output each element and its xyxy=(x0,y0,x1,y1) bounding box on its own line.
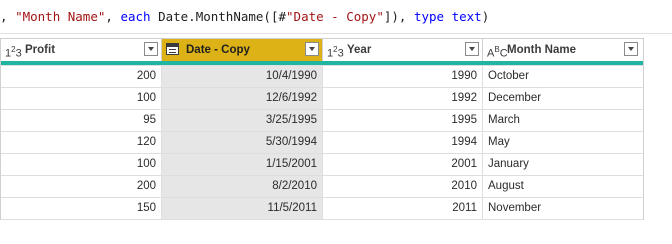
cell-date-copy[interactable]: 12/6/1992 xyxy=(162,88,323,109)
cell-year[interactable]: 1995 xyxy=(323,110,483,131)
cell-year[interactable]: 1994 xyxy=(323,132,483,153)
cell-month-name[interactable]: January xyxy=(483,154,641,175)
cell-month-name[interactable]: March xyxy=(483,110,641,131)
formula-keyword: each xyxy=(120,9,151,24)
cell-date-copy[interactable]: 3/25/1995 xyxy=(162,110,323,131)
column-header-row: 123 Profit Date - Copy 123 Year ABC Mont… xyxy=(1,38,643,61)
calendar-icon[interactable] xyxy=(166,43,179,55)
cell-year[interactable]: 2010 xyxy=(323,176,483,197)
table-row: 100 12/6/1992 1992 December xyxy=(1,87,643,109)
number-type-icon[interactable]: 123 xyxy=(327,39,344,61)
filter-dropdown-icon[interactable] xyxy=(624,42,638,56)
table-body: 200 10/4/1990 1990 October 100 12/6/1992… xyxy=(1,65,643,220)
column-header-profit[interactable]: 123 Profit xyxy=(1,39,162,61)
cell-month-name[interactable]: August xyxy=(483,176,641,197)
formula-token: , xyxy=(0,9,16,24)
formula-bar[interactable]: , "Month Name", each Date.MonthName([#"D… xyxy=(0,0,672,34)
cell-year[interactable]: 1990 xyxy=(323,66,483,87)
column-header-label: Date - Copy xyxy=(186,44,250,56)
cell-profit[interactable]: 100 xyxy=(1,154,162,175)
cell-month-name[interactable]: December xyxy=(483,88,641,109)
column-header-year[interactable]: 123 Year xyxy=(323,39,483,61)
text-type-icon[interactable]: ABC xyxy=(487,39,508,61)
cell-profit[interactable]: 95 xyxy=(1,110,162,131)
formula-token: , xyxy=(105,9,121,24)
data-grid: 123 Profit Date - Copy 123 Year ABC Mont… xyxy=(0,38,644,220)
cell-date-copy[interactable]: 1/15/2001 xyxy=(162,154,323,175)
table-row: 200 10/4/1990 1990 October xyxy=(1,65,643,87)
cell-year[interactable]: 1992 xyxy=(323,88,483,109)
cell-year[interactable]: 2011 xyxy=(323,198,483,219)
cell-profit[interactable]: 200 xyxy=(1,176,162,197)
formula-keyword: type xyxy=(413,9,445,24)
formula-string: "Month Name" xyxy=(15,9,106,24)
number-type-icon[interactable]: 123 xyxy=(5,39,22,61)
column-header-date-copy[interactable]: Date - Copy xyxy=(162,39,323,61)
table-row: 150 11/5/2011 2011 November xyxy=(1,197,643,219)
column-header-month-name[interactable]: ABC Month Name xyxy=(483,39,641,61)
formula-token: Date.MonthName([# xyxy=(150,9,287,24)
column-header-label: Profit xyxy=(25,44,56,56)
formula-token: ) xyxy=(481,9,490,24)
column-header-label: Month Name xyxy=(507,44,576,56)
formula-token: ]), xyxy=(383,9,414,24)
cell-date-copy[interactable]: 5/30/1994 xyxy=(162,132,323,153)
cell-month-name[interactable]: May xyxy=(483,132,641,153)
cell-date-copy[interactable]: 10/4/1990 xyxy=(162,66,323,87)
cell-profit[interactable]: 120 xyxy=(1,132,162,153)
cell-date-copy[interactable]: 8/2/2010 xyxy=(162,176,323,197)
filter-dropdown-icon[interactable] xyxy=(305,42,319,56)
formula-string: "Date - Copy" xyxy=(286,9,384,24)
table-row: 200 8/2/2010 2010 August xyxy=(1,175,643,197)
cell-profit[interactable]: 100 xyxy=(1,88,162,109)
cell-month-name[interactable]: October xyxy=(483,66,641,87)
formula-keyword: text xyxy=(451,9,482,24)
cell-date-copy[interactable]: 11/5/2011 xyxy=(162,198,323,219)
cell-profit[interactable]: 200 xyxy=(1,66,162,87)
cell-profit[interactable]: 150 xyxy=(1,198,162,219)
table-row: 100 1/15/2001 2001 January xyxy=(1,153,643,175)
table-row: 120 5/30/1994 1994 May xyxy=(1,131,643,153)
formula-token xyxy=(444,9,452,24)
column-header-label: Year xyxy=(347,44,372,56)
cell-month-name[interactable]: November xyxy=(483,198,641,219)
table-row: 95 3/25/1995 1995 March xyxy=(1,109,643,131)
filter-dropdown-icon[interactable] xyxy=(465,42,479,56)
cell-year[interactable]: 2001 xyxy=(323,154,483,175)
filter-dropdown-icon[interactable] xyxy=(144,42,158,56)
